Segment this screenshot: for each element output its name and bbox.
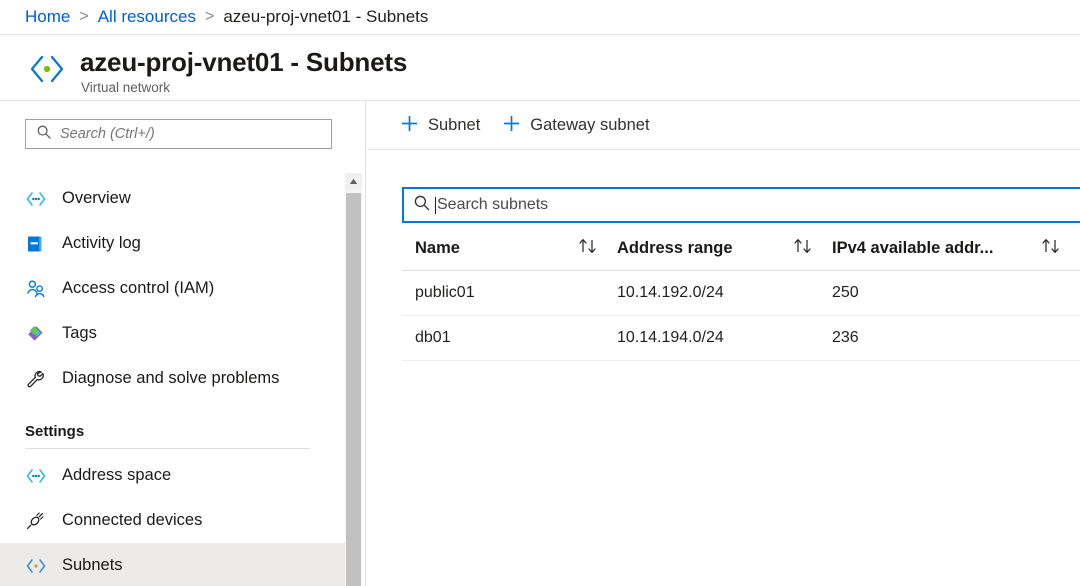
column-header-label: Name [415, 239, 460, 257]
sidebar-item-label: Activity log [62, 234, 141, 252]
virtual-network-icon [24, 49, 70, 89]
tags-icon [25, 323, 51, 345]
subnets-table: Name Address range IPv4 available addr..… [402, 227, 1080, 361]
subnet-search-placeholder: Search subnets [437, 196, 549, 213]
add-gateway-subnet-label: Gateway subnet [530, 115, 650, 134]
column-header-label: IPv4 available addr... [832, 239, 994, 257]
breadcrumb-separator-icon: > [204, 8, 215, 25]
cell-subnet-name: db01 [415, 329, 451, 346]
table-row[interactable]: db01 10.14.194.0/24 236 [402, 316, 1080, 361]
search-icon [36, 124, 52, 145]
blade-title-bar: azeu-proj-vnet01 - Subnets Virtual netwo… [0, 35, 1080, 101]
access-control-icon [25, 278, 51, 300]
sidebar-item-diagnose[interactable]: Diagnose and solve problems [0, 356, 345, 401]
page-subtitle: Virtual network [81, 80, 171, 95]
sidebar-item-label: Overview [62, 189, 131, 207]
wrench-icon [25, 368, 51, 390]
sidebar-item-label: Tags [62, 324, 97, 342]
sidebar: Overview Activity log [0, 101, 366, 586]
page-title: azeu-proj-vnet01 - Subnets [80, 47, 408, 77]
sidebar-divider [25, 448, 310, 449]
activity-log-icon [25, 233, 51, 255]
sidebar-item-access-control[interactable]: Access control (IAM) [0, 266, 345, 311]
sidebar-item-address-space[interactable]: Address space [0, 453, 345, 498]
sidebar-item-label: Subnets [62, 556, 123, 574]
text-cursor [435, 196, 436, 214]
sidebar-scrollbar[interactable] [345, 173, 362, 586]
column-header-address-range[interactable]: Address range [617, 227, 832, 271]
table-row[interactable]: public01 10.14.192.0/24 250 [402, 271, 1080, 316]
azure-portal-blade: Home > All resources > azeu-proj-vnet01 … [0, 0, 1080, 586]
sidebar-item-label: Address space [62, 466, 172, 484]
sidebar-item-overview[interactable]: Overview [0, 176, 345, 221]
sidebar-item-label: Diagnose and solve problems [62, 369, 280, 387]
subnet-search-box[interactable]: Search subnets [402, 187, 1080, 223]
command-bar: Subnet Gateway subnet [367, 101, 1080, 150]
plus-icon [502, 114, 521, 136]
sort-arrows-icon[interactable] [577, 238, 599, 259]
sidebar-item-activity-log[interactable]: Activity log [0, 221, 345, 266]
sidebar-item-label: Access control (IAM) [62, 279, 215, 297]
column-header-name[interactable]: Name [402, 227, 617, 271]
address-space-icon [25, 465, 51, 487]
table-header-row: Name Address range IPv4 available addr..… [402, 227, 1080, 271]
sidebar-item-subnets[interactable]: Subnets [0, 543, 345, 586]
sort-arrows-icon[interactable] [792, 238, 814, 259]
breadcrumb: Home > All resources > azeu-proj-vnet01 … [0, 0, 1080, 35]
main-content: Subnet Gateway subnet Search subnets Nam… [367, 101, 1080, 586]
plus-icon [400, 114, 419, 136]
sort-arrows-icon[interactable] [1040, 238, 1062, 259]
scrollbar-thumb[interactable] [346, 193, 361, 586]
add-subnet-label: Subnet [428, 115, 481, 134]
column-header-ipv4-available[interactable]: IPv4 available addr... [832, 227, 1062, 271]
sidebar-item-tags[interactable]: Tags [0, 311, 345, 356]
cell-ipv4-available: 250 [832, 284, 859, 301]
plug-icon [25, 510, 51, 532]
column-header-label: Address range [617, 239, 733, 257]
cell-ipv4-available: 236 [832, 329, 859, 346]
breadcrumb-item-home[interactable]: Home [25, 7, 70, 27]
search-icon [413, 194, 431, 217]
sidebar-nav-list: Overview Activity log Access control (IA… [0, 176, 345, 586]
cell-subnet-name: public01 [415, 284, 475, 301]
add-subnet-button[interactable]: Subnet [400, 107, 480, 143]
breadcrumb-item-current: azeu-proj-vnet01 - Subnets [223, 7, 429, 26]
breadcrumb-item-all-resources[interactable]: All resources [98, 7, 196, 27]
add-gateway-subnet-button[interactable]: Gateway subnet [502, 107, 650, 143]
sidebar-item-label: Connected devices [62, 511, 203, 529]
sidebar-item-connected-devices[interactable]: Connected devices [0, 498, 345, 543]
sidebar-search-box[interactable] [25, 119, 332, 149]
scroll-up-arrow-icon[interactable] [345, 173, 362, 190]
breadcrumb-separator-icon: > [79, 8, 89, 25]
virtual-network-icon [25, 188, 51, 210]
sidebar-group-title-settings: Settings [25, 423, 85, 440]
subnets-icon [25, 555, 51, 577]
cell-address-range: 10.14.194.0/24 [617, 329, 724, 346]
search-input[interactable] [60, 126, 300, 142]
cell-address-range: 10.14.192.0/24 [617, 284, 724, 301]
